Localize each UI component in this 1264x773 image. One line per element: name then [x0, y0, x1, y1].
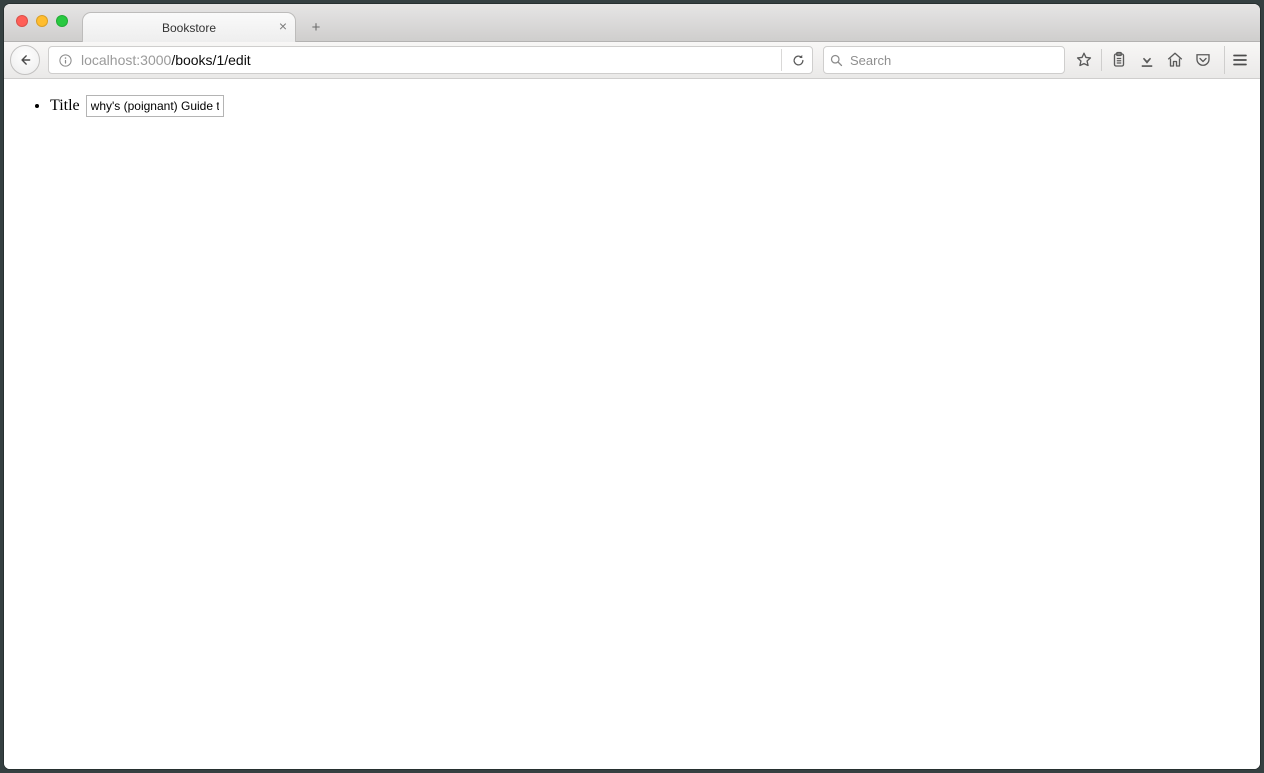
back-button[interactable]	[10, 45, 40, 75]
titlebar: Bookstore × +	[4, 4, 1260, 42]
reading-list-button[interactable]	[1106, 47, 1132, 73]
window-minimize-button[interactable]	[36, 15, 48, 27]
url-bar[interactable]: localhost:3000/books/1/edit	[48, 46, 813, 74]
clipboard-icon	[1110, 51, 1128, 69]
search-bar[interactable]	[823, 46, 1065, 74]
navigation-toolbar: localhost:3000/books/1/edit	[4, 42, 1260, 79]
window-close-button[interactable]	[16, 15, 28, 27]
search-icon	[824, 53, 848, 68]
form-list: Title	[22, 95, 1242, 117]
home-button[interactable]	[1162, 47, 1188, 73]
url-text[interactable]: localhost:3000/books/1/edit	[81, 47, 779, 73]
downloads-button[interactable]	[1134, 47, 1160, 73]
url-host: localhost	[81, 52, 136, 68]
pocket-button[interactable]	[1190, 47, 1216, 73]
tab-active[interactable]: Bookstore ×	[82, 12, 296, 42]
toolbar-separator	[1101, 49, 1102, 71]
title-label: Title	[50, 97, 80, 114]
new-tab-button[interactable]: +	[304, 17, 328, 37]
download-icon	[1138, 51, 1156, 69]
site-info-button[interactable]	[55, 50, 75, 70]
page-content: Title	[4, 79, 1260, 769]
bookmark-star-button[interactable]	[1071, 47, 1097, 73]
traffic-lights	[16, 15, 68, 27]
reload-button[interactable]	[784, 53, 812, 68]
tab-title: Bookstore	[162, 21, 216, 35]
home-icon	[1166, 51, 1184, 69]
star-icon	[1075, 51, 1093, 69]
reload-icon	[791, 53, 806, 68]
toolbar-icons	[1071, 47, 1216, 73]
hamburger-icon	[1231, 51, 1249, 69]
search-input[interactable]	[848, 52, 1064, 69]
tab-strip: Bookstore × +	[82, 4, 328, 41]
form-item-title: Title	[50, 95, 1242, 117]
pocket-icon	[1194, 51, 1212, 69]
window-zoom-button[interactable]	[56, 15, 68, 27]
hamburger-menu-button[interactable]	[1224, 46, 1254, 74]
title-input[interactable]	[86, 95, 224, 117]
info-icon	[58, 53, 73, 68]
browser-window: Bookstore × + localhost:3000/books/1/edi…	[4, 4, 1260, 769]
url-path: /books/1/edit	[171, 52, 250, 68]
url-separator	[781, 49, 782, 71]
tab-close-icon[interactable]: ×	[279, 19, 287, 33]
arrow-left-icon	[18, 53, 32, 67]
url-port: :3000	[136, 52, 171, 68]
plus-icon: +	[312, 19, 321, 36]
